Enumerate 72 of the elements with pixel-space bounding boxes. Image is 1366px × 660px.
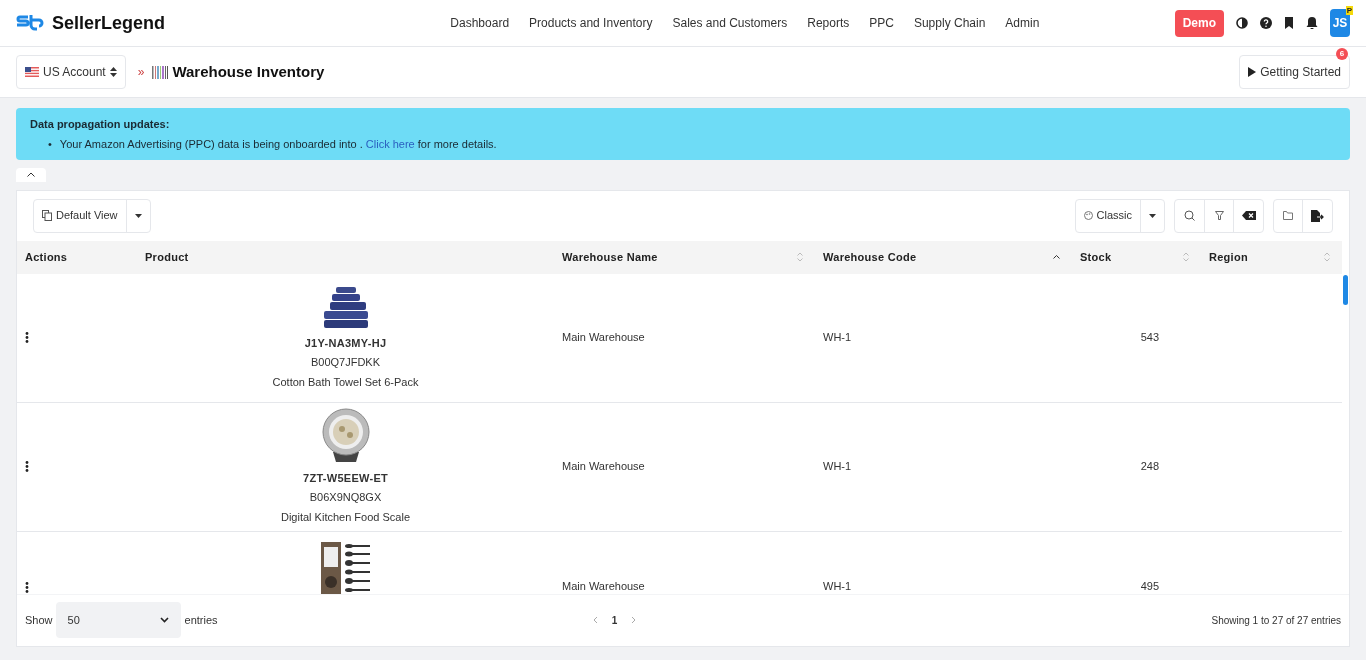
scrollbar-thumb[interactable] bbox=[1343, 274, 1348, 305]
nav-link[interactable]: Products and Inventory bbox=[529, 14, 653, 32]
sort-ascending-icon[interactable] bbox=[1053, 255, 1060, 259]
avatar-badge: P bbox=[1345, 6, 1353, 15]
product-title: Cotton Bath Towel Set 6-Pack bbox=[272, 374, 419, 390]
table-cell: WH-1 bbox=[823, 579, 852, 592]
table-cell: Main Warehouse bbox=[562, 460, 645, 473]
bullet: • bbox=[48, 136, 52, 152]
contrast-icon[interactable] bbox=[1236, 17, 1248, 29]
product-asin: B00Q7JFDKK bbox=[310, 355, 381, 371]
bookmark-icon[interactable] bbox=[1284, 17, 1294, 29]
barcode-icon bbox=[152, 65, 169, 79]
page-size-select[interactable]: 50 bbox=[55, 602, 181, 638]
column-header: Actions bbox=[25, 249, 68, 265]
kitchen-scale-image bbox=[320, 407, 371, 464]
export-icon bbox=[1311, 209, 1324, 222]
next-page-icon[interactable] bbox=[631, 616, 637, 624]
brand-name: SellerLegend bbox=[52, 11, 166, 35]
table-cell: Main Warehouse bbox=[562, 579, 645, 592]
search-icon bbox=[1184, 210, 1195, 221]
account-selector[interactable]: US Account bbox=[16, 55, 126, 89]
click-here-link[interactable]: Click here bbox=[365, 137, 415, 150]
flag-icon bbox=[25, 67, 39, 77]
alert-message: Your Amazon Advertising (PPC) data is being onboarded into . Click here for more details. bbox=[59, 136, 497, 152]
column-header[interactable]: Warehouse Code bbox=[823, 248, 917, 266]
column-header: Product bbox=[145, 249, 189, 265]
table-cell: Main Warehouse bbox=[562, 331, 645, 344]
chevron-down-icon bbox=[159, 617, 169, 623]
breadcrumb-separator: » bbox=[137, 64, 145, 81]
caret-icon bbox=[134, 213, 142, 218]
alert-title: Data propagation updates: bbox=[30, 117, 171, 132]
bell-icon[interactable] bbox=[1306, 17, 1318, 29]
nav-link[interactable]: Reports bbox=[807, 14, 850, 32]
entries-label: entries bbox=[184, 612, 218, 628]
product-asin: B06X9NQ8GX bbox=[309, 490, 382, 506]
product-sku: 7ZT-W5EEW-ET bbox=[303, 470, 388, 486]
more-vertical-icon[interactable] bbox=[25, 332, 29, 343]
sort-icon bbox=[109, 67, 117, 77]
chevron-up-icon bbox=[27, 172, 35, 177]
table-cell: 248 bbox=[1140, 460, 1159, 473]
logo-icon bbox=[16, 14, 44, 32]
nav-link[interactable]: Sales and Customers bbox=[672, 14, 788, 32]
notification-badge: 6 bbox=[1336, 48, 1348, 60]
palette-icon bbox=[1083, 211, 1093, 220]
product-title: Digital Kitchen Food Scale bbox=[281, 509, 410, 525]
more-vertical-icon[interactable] bbox=[25, 581, 29, 593]
nav-link[interactable]: Admin bbox=[1005, 14, 1040, 32]
product-sku: J1Y-NA3MY-HJ bbox=[304, 335, 387, 351]
table-cell: 495 bbox=[1140, 579, 1159, 592]
more-vertical-icon[interactable] bbox=[25, 461, 29, 472]
column-header[interactable]: Stock bbox=[1080, 248, 1112, 266]
table-cell: WH-1 bbox=[823, 331, 852, 344]
towel-stack-image bbox=[321, 284, 370, 329]
entries-summary: Showing 1 to 27 of 27 entries bbox=[1211, 613, 1341, 628]
previous-page-icon[interactable] bbox=[592, 616, 598, 624]
page-title: Warehouse Inventory bbox=[172, 61, 325, 82]
show-label: Show bbox=[25, 612, 53, 628]
table-cell: WH-1 bbox=[823, 460, 852, 473]
caret-icon bbox=[1149, 213, 1156, 218]
column-header[interactable]: Warehouse Name bbox=[562, 248, 658, 266]
nav-link[interactable]: Supply Chain bbox=[913, 14, 986, 32]
play-icon bbox=[1248, 67, 1257, 77]
folder-icon bbox=[1283, 211, 1293, 220]
copy-icon bbox=[42, 210, 52, 221]
nav-link[interactable]: PPC bbox=[869, 14, 894, 32]
column-header[interactable]: Region bbox=[1209, 248, 1248, 266]
backspace-icon bbox=[1241, 211, 1256, 220]
table-cell: 543 bbox=[1140, 331, 1159, 344]
page-button[interactable]: 1 bbox=[611, 612, 618, 628]
help-icon[interactable] bbox=[1260, 17, 1272, 29]
nav-link[interactable]: Dashboard bbox=[450, 14, 510, 32]
filter-icon bbox=[1214, 211, 1224, 220]
